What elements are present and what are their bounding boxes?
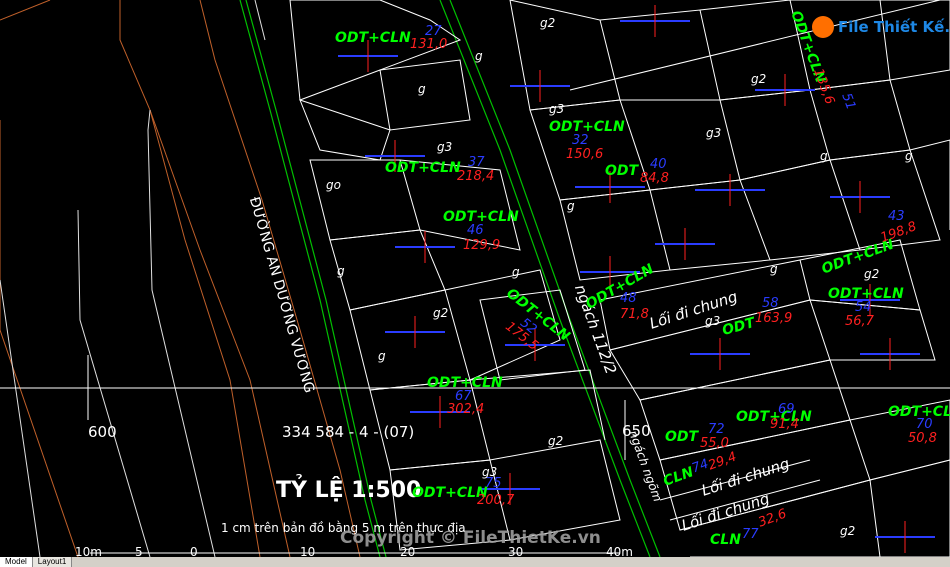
- land-class-label: g: [475, 49, 483, 63]
- parcel-land-use: ODT+CLN: [427, 375, 503, 391]
- parcel-number: 32: [572, 133, 589, 148]
- land-class-label: g: [378, 349, 386, 363]
- land-class-label: g3: [549, 102, 565, 116]
- parcel-marker: [860, 338, 920, 370]
- land-class-label: g2: [433, 306, 449, 320]
- land-class-label: g: [770, 262, 778, 276]
- grid-label-left: 600: [88, 423, 117, 441]
- cad-drawing-canvas[interactable]: File Thiết Kế.vn ĐƯỜNG AN DƯƠNG VƯƠNG ng…: [0, 0, 950, 558]
- land-class-label: g: [820, 149, 828, 163]
- parcel-land-use: ODT+CLN: [549, 119, 625, 135]
- parcel-number: 54: [855, 300, 872, 315]
- parcel-land-use: CLN: [710, 532, 741, 548]
- parcel-area: 163,9: [755, 311, 793, 326]
- tab-model[interactable]: Model: [0, 557, 33, 567]
- land-class-label: g3: [482, 465, 498, 479]
- parcel-land-use: ODT+CLN: [385, 160, 461, 176]
- parcel-marker: [620, 5, 690, 37]
- parcel-land-use: ODT+CLN: [443, 209, 519, 225]
- parcel-area: 218,4: [457, 169, 495, 184]
- parcel-area: 91,4: [770, 417, 799, 432]
- parcel-marker: [875, 521, 935, 553]
- parcel-marker: [695, 174, 765, 206]
- parcel-land-use: ODT: [665, 429, 699, 445]
- parcel-area: 131,0: [410, 37, 448, 52]
- parcel-area: 55,0: [700, 436, 729, 451]
- parcel-area: 129,9: [463, 238, 501, 253]
- land-class-label: g2: [540, 16, 556, 30]
- parcel-marker: [655, 228, 715, 260]
- parcel-land-use: ODT+CLN: [335, 30, 411, 46]
- sheet-code: 334 584 - 4 - (07): [282, 423, 415, 441]
- parcel-area: 84,8: [640, 171, 669, 186]
- parcel-land-use: ODT: [605, 163, 639, 179]
- copyright-watermark: Copyright © FileThietKe.vn: [340, 528, 601, 548]
- parcel-area: 150,6: [566, 147, 604, 162]
- grid-label-right: 650: [622, 422, 651, 440]
- site-logo: File Thiết Kế.vn: [812, 12, 950, 42]
- parcel-number: 46: [467, 223, 484, 238]
- parcel-number: 72: [708, 422, 725, 437]
- land-class-label: g2: [548, 434, 564, 448]
- parcel-marker: [385, 316, 445, 348]
- parcel-marker: [690, 338, 750, 370]
- parcel-number: 48: [620, 291, 637, 306]
- land-class-label: g2: [864, 267, 880, 281]
- land-class-label: g3: [437, 140, 453, 154]
- boundary-lines: [0, 0, 361, 558]
- land-class-label: g: [905, 149, 913, 163]
- land-class-label: g2: [751, 72, 767, 86]
- land-class-label: g: [512, 265, 520, 279]
- parcel-number: 37: [468, 155, 485, 170]
- land-class-label: g: [418, 82, 426, 96]
- parcel-marker: [510, 70, 570, 102]
- scale-title: TỶ LỆ 1:500: [276, 478, 422, 503]
- layout-tabs: Model Layout1: [0, 557, 950, 567]
- logo-text: File Thiết Kế.vn: [838, 18, 950, 36]
- land-class-label: g: [567, 199, 575, 213]
- parcel-number: 43: [888, 209, 905, 224]
- parcel-area: 200,7: [477, 493, 515, 508]
- land-class-label: g3: [705, 314, 721, 328]
- parcel-land-use: ODT+CLN: [828, 286, 904, 302]
- parcel-number: 69: [778, 402, 795, 417]
- parcel-area: 50,8: [908, 431, 937, 446]
- land-class-label: go: [326, 178, 341, 192]
- land-class-label: g: [337, 264, 345, 278]
- parcel-area: 56,7: [845, 314, 874, 329]
- cadastral-map: [0, 0, 950, 558]
- tab-layout1[interactable]: Layout1: [32, 557, 73, 567]
- parcel-area: 302,4: [447, 402, 485, 417]
- road-edges: [0, 0, 266, 558]
- logo-mark-icon: [812, 16, 834, 38]
- land-class-label: g2: [840, 524, 856, 538]
- parcel-number: 58: [762, 296, 779, 311]
- parcel-number: 70: [916, 417, 933, 432]
- parcel-number: 40: [650, 157, 667, 172]
- parcel-marker: [395, 231, 455, 263]
- parcel-number: 77: [742, 527, 759, 542]
- land-class-label: g3: [706, 126, 722, 140]
- parcel-area: 71,8: [620, 307, 649, 322]
